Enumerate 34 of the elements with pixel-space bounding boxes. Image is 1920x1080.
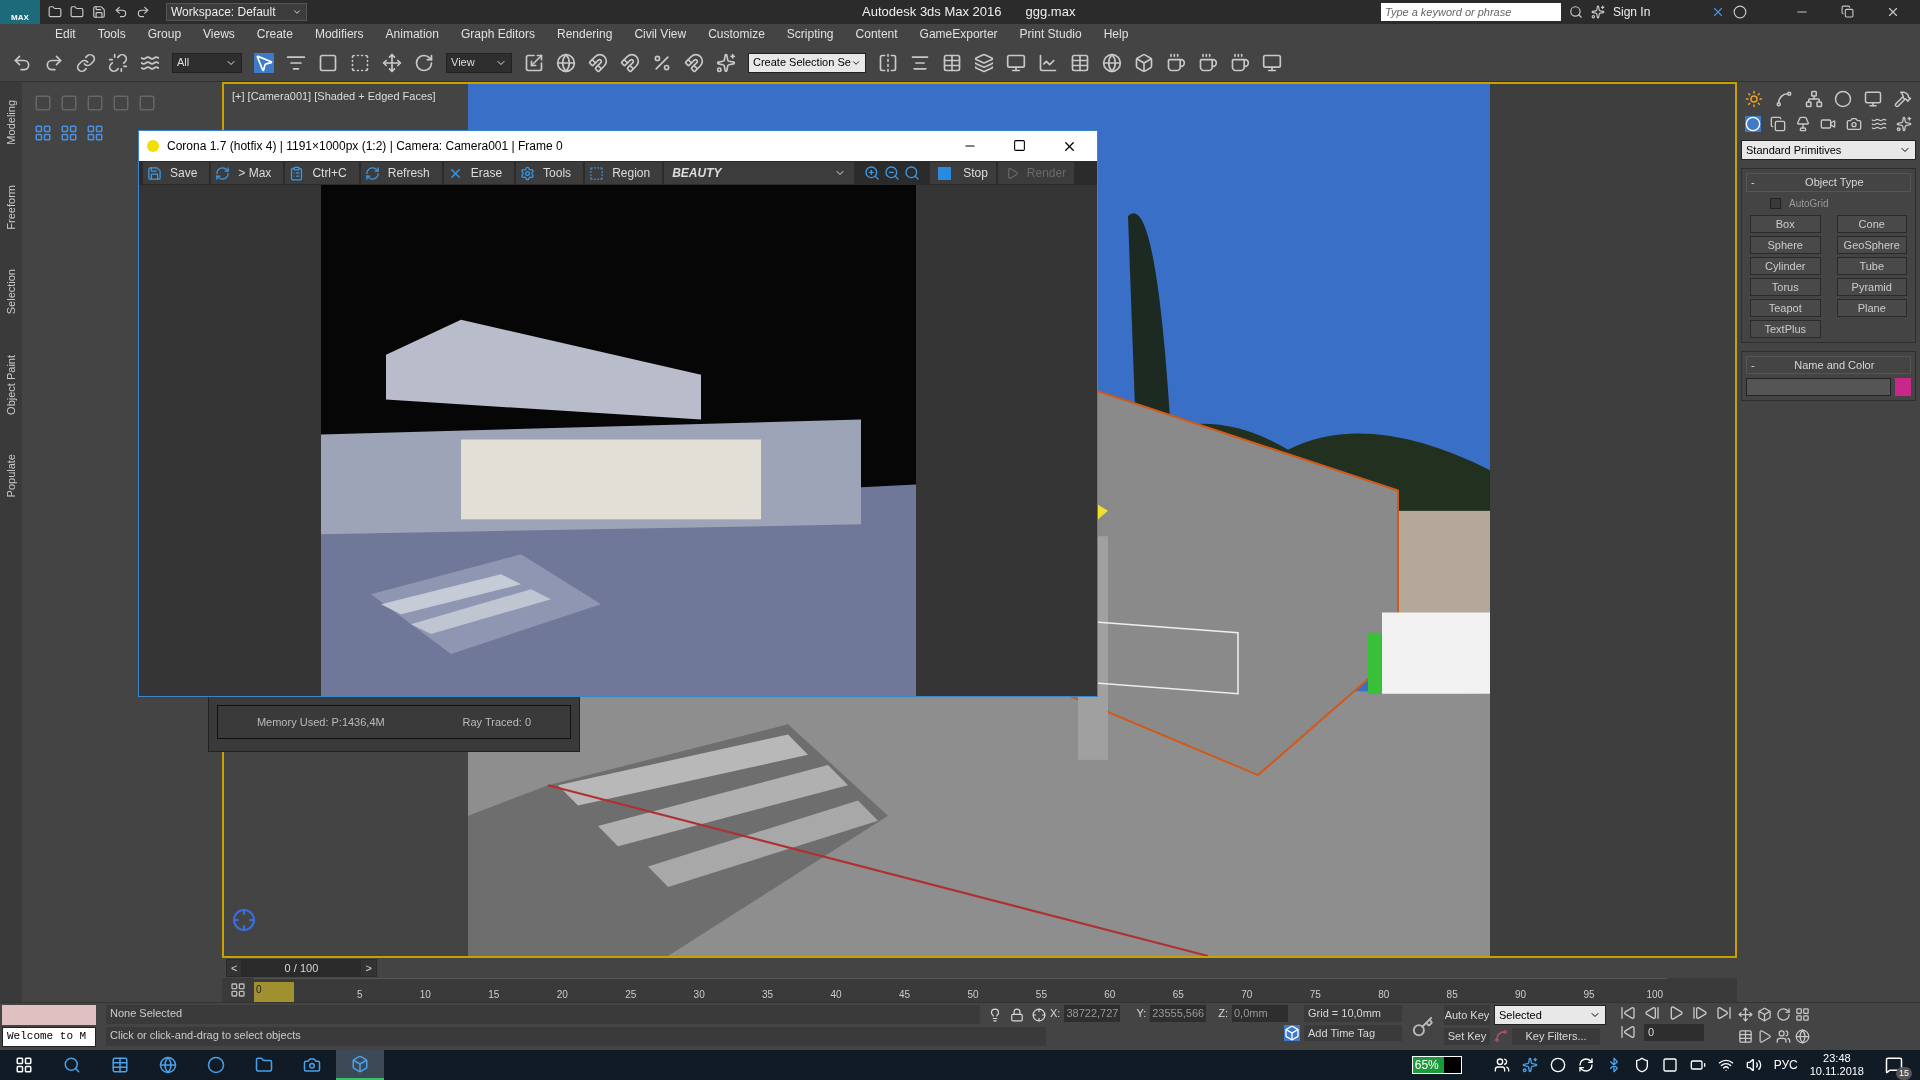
x-label: X: [1050,1006,1061,1021]
timeline-tick-label: 95 [1582,988,1595,1002]
timeline-tick-label: 70 [1240,988,1253,1002]
y-label: Y: [1136,1006,1147,1021]
timeline-tick-label: 80 [1377,988,1390,1002]
timeline-tick-label: 10 [418,988,431,1002]
stat-text: Ray Traced: 0 [462,714,532,730]
prompt-text: Click or click-and-drag to select objects [106,1027,1046,1046]
timeline-tick-label: 60 [1103,988,1116,1002]
timeline-tick-label: 35 [761,988,774,1002]
timeline-tick-label: 75 [1308,988,1321,1002]
selection-status: None Selected [106,1005,980,1024]
timeline-tick-label: 40 [829,988,842,1002]
app-title: Autodesk 3ds Max 2016 [862,3,1002,22]
battery-percent: 65% [1414,1057,1439,1073]
file-name: ggg.max [1025,3,1076,22]
timeline-tick-label: 30 [692,988,705,1002]
stat-text: Memory Used: P:1436,4M [256,714,385,730]
timeline-tick-label: 5 [355,988,363,1002]
timeline-tick-label: 25 [624,988,637,1002]
window-title: Corona 1.7 (hotfix 4) | 1191×1000px (1:2) | Camera: Camera001 | Frame 0 [167,138,564,155]
timeline-tick-label: 55 [1034,988,1047,1002]
timeline-tick-label: 100 [1645,988,1664,1002]
autogrid-label: AutoGrid [1789,196,1829,211]
grid-size-text: Grid = 10,0mm [1304,1005,1402,1022]
timeline-tick-label: 90 [1514,988,1527,1002]
timeline-tick-label: 85 [1445,988,1458,1002]
timeline-tick-label: 15 [487,988,500,1002]
timeline-tick-label: 65 [1171,988,1184,1002]
notification-count: 15 [1896,1066,1912,1080]
z-label: Z: [1218,1006,1228,1021]
timeline-tick-label: 50 [966,988,979,1002]
timeline-tick-label: 45 [897,988,911,1002]
timeline-tick-label: 20 [555,988,568,1002]
